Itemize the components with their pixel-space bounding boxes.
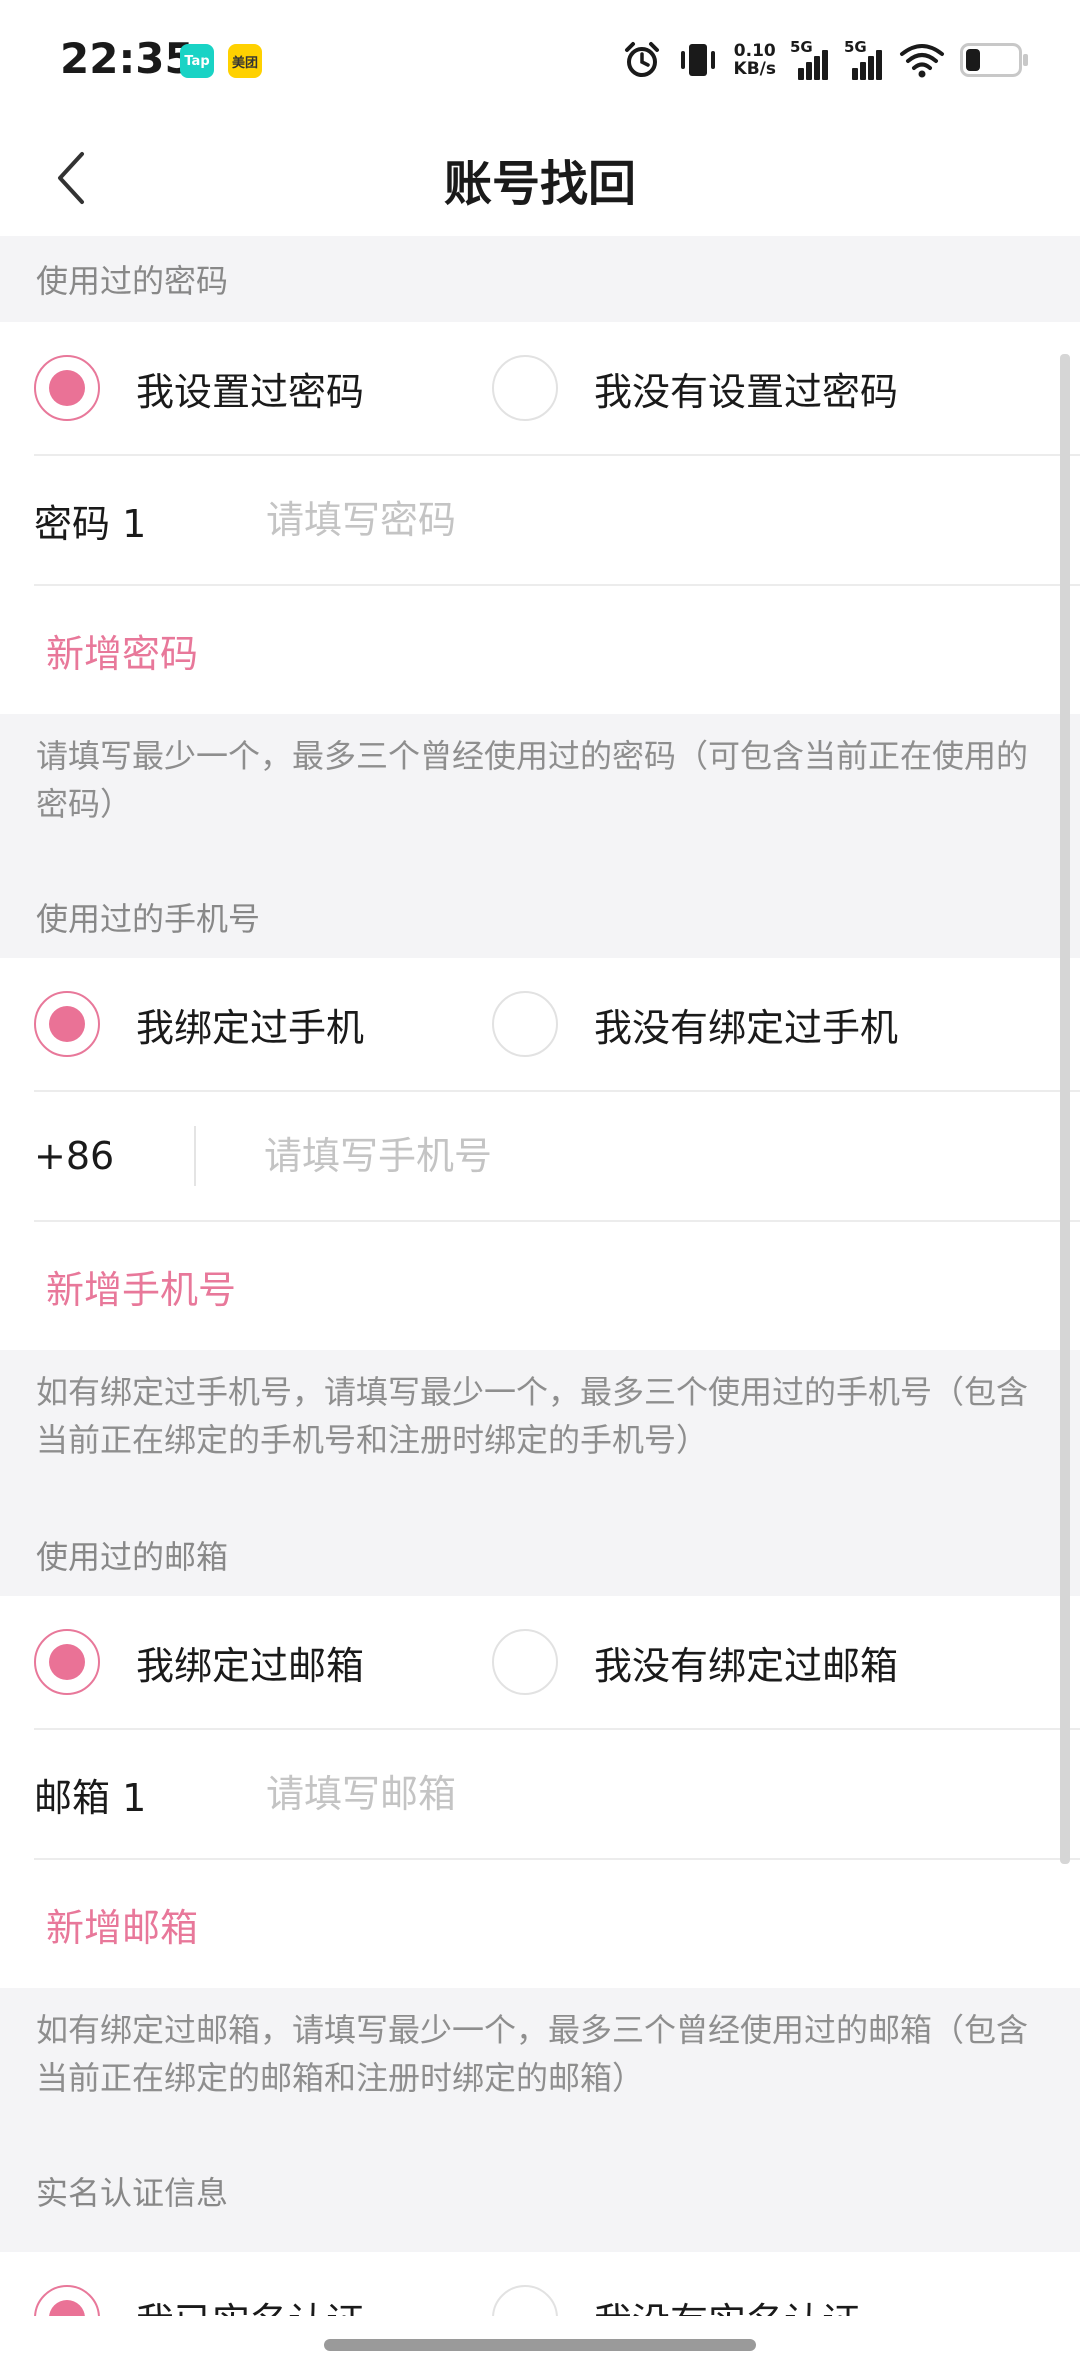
country-code-prefix[interactable]: +86: [34, 1134, 194, 1178]
password-hint: 请填写最少一个，最多三个曾经使用过的密码（可包含当前正在使用的密码）: [0, 714, 1080, 894]
realname-radio-row: 我已实名认证 我没有实名认证: [34, 2252, 1080, 2316]
radio-checked-icon[interactable]: [34, 1629, 100, 1695]
signal-icon-sim2: 5G: [844, 38, 884, 80]
password-field-row: 密码 1: [34, 456, 1080, 586]
sim2-label: 5G: [844, 38, 867, 56]
phone-radio-row: 我绑定过手机 我没有绑定过手机: [34, 958, 1080, 1092]
radio-unchecked-icon[interactable]: [492, 2285, 558, 2316]
radio-label: 我绑定过邮箱: [136, 1643, 365, 1688]
vibrate-icon: [680, 44, 715, 76]
email-block: 我绑定过邮箱 我没有绑定过邮箱 邮箱 1 新增邮箱: [0, 1596, 1080, 1988]
radio-option-realname-yes[interactable]: 我已实名认证: [34, 2285, 492, 2316]
email-hint: 如有绑定过邮箱，请填写最少一个，最多三个曾经使用过的邮箱（包含当前正在绑定的邮箱…: [0, 1988, 1080, 2168]
signal-icon-sim1: 5G: [790, 38, 830, 80]
meituan-notification-icon: 美团: [228, 44, 262, 78]
password-block: 我设置过密码 我没有设置过密码 密码 1 新增密码: [0, 322, 1080, 714]
section-label-email: 使用过的邮箱: [0, 1532, 1080, 1596]
email-radio-row: 我绑定过邮箱 我没有绑定过邮箱: [34, 1596, 1080, 1730]
add-phone-row: 新增手机号: [34, 1222, 1080, 1350]
radio-checked-icon[interactable]: [34, 355, 100, 421]
radio-unchecked-icon[interactable]: [492, 1629, 558, 1695]
add-email-row: 新增邮箱: [34, 1860, 1080, 1988]
status-time: 22:35: [60, 34, 194, 83]
radio-option-phone-yes[interactable]: 我绑定过手机: [34, 991, 492, 1057]
scrollbar[interactable]: [1060, 354, 1070, 1864]
network-speed-value: 0.10: [733, 41, 776, 61]
password-input[interactable]: [264, 497, 864, 543]
battery-icon: [960, 43, 1028, 77]
radio-checked-icon[interactable]: [34, 991, 100, 1057]
add-password-row: 新增密码: [34, 586, 1080, 714]
taptap-notification-icon: Tap: [180, 44, 214, 78]
email-input[interactable]: [264, 1771, 864, 1817]
radio-label: 我没有实名认证: [594, 2291, 860, 2317]
phone-block: 我绑定过手机 我没有绑定过手机 +86 新增手机号: [0, 958, 1080, 1350]
status-bar: 22:35 Tap 美团 0.10 KB/s 5G 5G: [0, 0, 1080, 120]
sim1-label: 5G: [790, 38, 813, 56]
radio-option-password-no[interactable]: 我没有设置过密码: [492, 355, 950, 421]
radio-checked-icon[interactable]: [34, 2285, 100, 2316]
section-label-realname: 实名认证信息: [0, 2168, 1080, 2252]
alarm-icon: [624, 42, 659, 77]
phone-hint: 如有绑定过手机号，请填写最少一个，最多三个使用过的手机号（包含当前正在绑定的手机…: [0, 1350, 1080, 1532]
page-title: 账号找回: [443, 156, 636, 212]
add-email-button[interactable]: 新增邮箱: [34, 1897, 198, 1952]
section-label-password: 使用过的密码: [0, 236, 1080, 322]
network-speed-unit: KB/s: [733, 59, 776, 79]
realname-block: 我已实名认证 我没有实名认证: [0, 2252, 1080, 2316]
status-icons: 0.10 KB/s 5G 5G: [622, 30, 1028, 90]
password-radio-row: 我设置过密码 我没有设置过密码: [34, 322, 1080, 456]
radio-option-phone-no[interactable]: 我没有绑定过手机: [492, 991, 950, 1057]
network-speed: 0.10 KB/s: [734, 42, 776, 78]
radio-label: 我没有绑定过手机: [594, 1005, 899, 1050]
section-label-phone: 使用过的手机号: [0, 894, 1080, 958]
email-field-label: 邮箱 1: [34, 1775, 147, 1820]
radio-option-email-no[interactable]: 我没有绑定过邮箱: [492, 1629, 950, 1695]
password-field-label: 密码 1: [34, 501, 147, 546]
radio-option-password-yes[interactable]: 我设置过密码: [34, 355, 492, 421]
form-content[interactable]: 使用过的密码 我设置过密码 我没有设置过密码 密码 1 新增密码 请填写最少一个…: [0, 236, 1080, 2316]
divider: [194, 1126, 196, 1186]
radio-label: 我绑定过手机: [136, 1005, 365, 1050]
phone-field-row: +86: [34, 1092, 1080, 1222]
radio-unchecked-icon[interactable]: [492, 991, 558, 1057]
add-password-button[interactable]: 新增密码: [34, 623, 198, 678]
radio-label: 我设置过密码: [136, 369, 365, 414]
radio-option-email-yes[interactable]: 我绑定过邮箱: [34, 1629, 492, 1695]
radio-unchecked-icon[interactable]: [492, 355, 558, 421]
add-phone-button[interactable]: 新增手机号: [34, 1259, 236, 1314]
wifi-icon: [900, 44, 944, 78]
phone-input[interactable]: [262, 1133, 862, 1179]
radio-label: 我已实名认证: [136, 2291, 364, 2317]
radio-option-realname-no[interactable]: 我没有实名认证: [492, 2285, 950, 2316]
radio-label: 我没有绑定过邮箱: [594, 1643, 899, 1688]
nav-header: 账号找回: [0, 120, 1080, 236]
email-field-row: 邮箱 1: [34, 1730, 1080, 1860]
home-indicator[interactable]: [324, 2339, 756, 2351]
radio-label: 我没有设置过密码: [594, 369, 899, 414]
